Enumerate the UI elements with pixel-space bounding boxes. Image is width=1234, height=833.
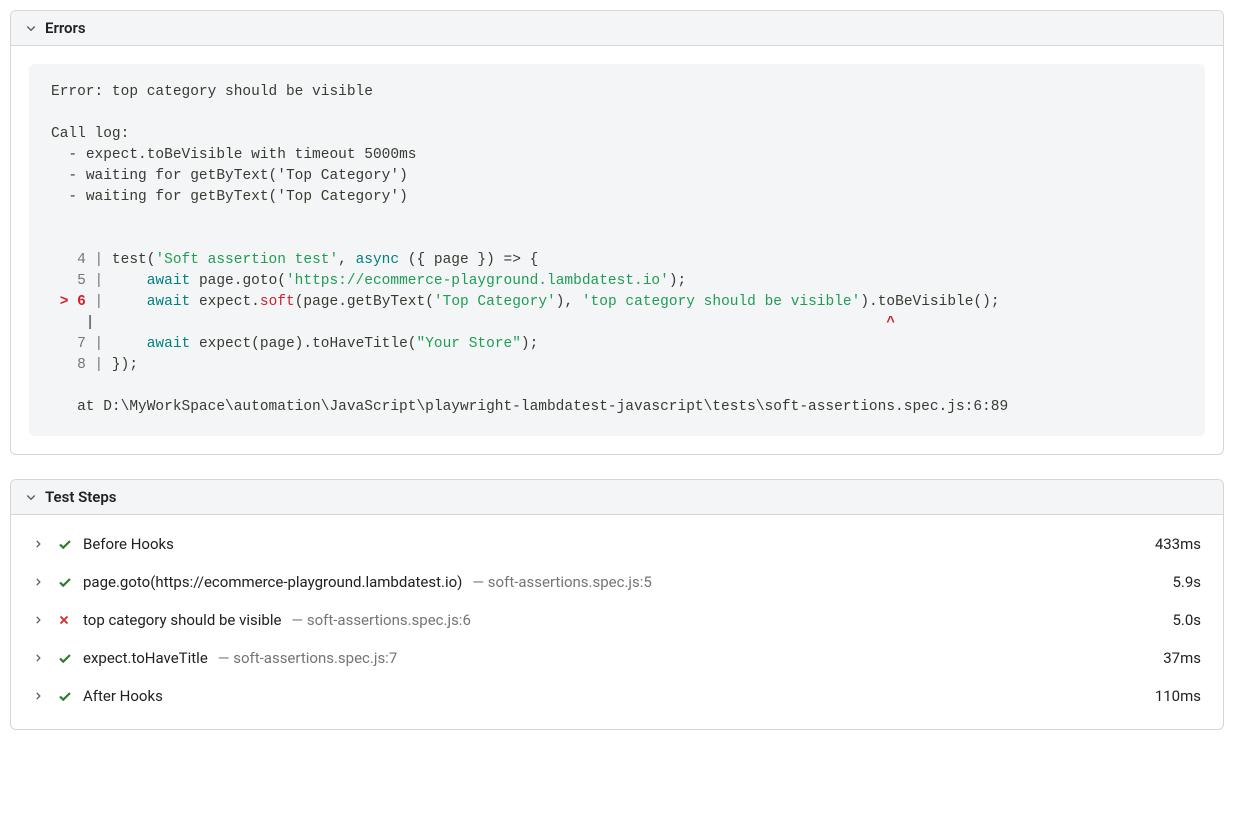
chevron-down-icon	[25, 22, 37, 34]
call-log-label: Call log:	[51, 126, 129, 142]
chevron-right-icon[interactable]	[33, 539, 47, 549]
step-meta: — soft-assertions.spec.js:5	[472, 573, 651, 591]
step-row[interactable]: After Hooks 110ms	[11, 677, 1223, 715]
errors-title: Errors	[45, 19, 86, 37]
step-label: Before Hooks	[83, 535, 174, 553]
chevron-down-icon	[25, 491, 37, 503]
check-icon	[57, 536, 73, 552]
test-steps-title: Test Steps	[45, 488, 117, 506]
code-caret-line: | ^	[51, 315, 895, 331]
check-icon	[57, 574, 73, 590]
call-log-2: waiting for getByText('Top Category')	[86, 189, 408, 205]
chevron-right-icon[interactable]	[33, 577, 47, 587]
errors-panel: Errors Error: top category should be vis…	[10, 10, 1224, 455]
error-message: Error: top category should be visible	[51, 84, 373, 100]
step-label: After Hooks	[83, 687, 163, 705]
test-steps-body: Before Hooks 433ms page.goto(https://eco…	[11, 515, 1223, 729]
code-line-6: > 6 | await expect.soft(page.getByText('…	[51, 294, 1000, 310]
call-log-0: expect.toBeVisible with timeout 5000ms	[86, 147, 417, 163]
step-label: page.goto(https://ecommerce-playground.l…	[83, 573, 462, 591]
code-line-4: 4 | test('Soft assertion test', async ({…	[51, 252, 538, 268]
step-duration: 433ms	[1155, 535, 1201, 553]
x-icon	[57, 613, 73, 627]
step-duration: 5.9s	[1172, 573, 1201, 591]
chevron-right-icon[interactable]	[33, 691, 47, 701]
check-icon	[57, 688, 73, 704]
code-line-7: 7 | await expect(page).toHaveTitle("Your…	[51, 336, 538, 352]
step-row[interactable]: expect.toHaveTitle — soft-assertions.spe…	[11, 639, 1223, 677]
test-steps-panel: Test Steps Before Hooks 433ms page.goto(…	[10, 479, 1224, 730]
step-duration: 5.0s	[1172, 611, 1201, 629]
step-label: expect.toHaveTitle	[83, 649, 208, 667]
errors-body: Error: top category should be visible Ca…	[11, 46, 1223, 454]
step-row[interactable]: top category should be visible — soft-as…	[11, 601, 1223, 639]
step-meta: — soft-assertions.spec.js:6	[291, 611, 470, 629]
step-row[interactable]: page.goto(https://ecommerce-playground.l…	[11, 563, 1223, 601]
step-duration: 110ms	[1155, 687, 1201, 705]
error-stack: at D:\MyWorkSpace\automation\JavaScript\…	[51, 399, 1008, 415]
step-row[interactable]: Before Hooks 433ms	[11, 525, 1223, 563]
errors-header[interactable]: Errors	[11, 11, 1223, 46]
step-duration: 37ms	[1163, 649, 1201, 667]
step-meta: — soft-assertions.spec.js:7	[218, 649, 397, 667]
call-log-1: waiting for getByText('Top Category')	[86, 168, 408, 184]
test-steps-header[interactable]: Test Steps	[11, 480, 1223, 515]
chevron-right-icon[interactable]	[33, 653, 47, 663]
error-block: Error: top category should be visible Ca…	[29, 64, 1205, 436]
step-label: top category should be visible	[83, 611, 281, 629]
chevron-right-icon[interactable]	[33, 615, 47, 625]
code-line-5: 5 | await page.goto('https://ecommerce-p…	[51, 273, 686, 289]
check-icon	[57, 650, 73, 666]
code-line-8: 8 | });	[51, 357, 138, 373]
